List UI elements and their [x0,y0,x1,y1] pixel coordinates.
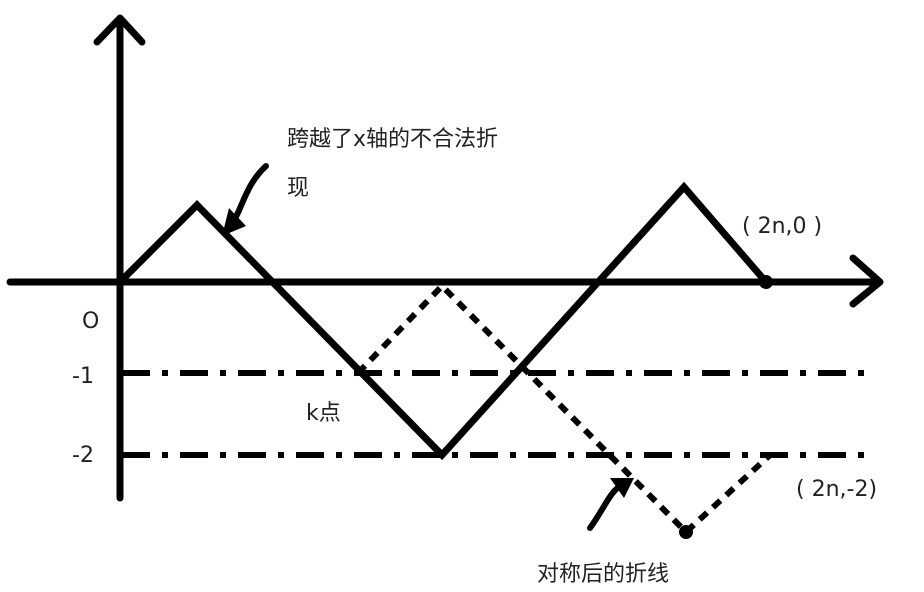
endpoint-2n-0-dot [759,275,773,289]
reflected-path-pointer-arrow [587,478,634,531]
y-axis [93,14,146,502]
endpoint-2n-minus-2-dot [679,525,693,539]
origin-label: O [82,309,99,334]
k-point-label: k点 [306,401,341,426]
y-tick-minus-1-label: -1 [72,364,94,389]
illegal-path-annotation-line2: 现 [287,176,309,201]
illegal-path-annotation-line1: 跨越了x轴的不合法折 [287,127,498,152]
y-tick-minus-2-label: -2 [72,443,94,468]
illegal-path-pointer-arrow [222,163,269,236]
path-reflection-diagram: O -1 -2 ( 2n,0 ) ( 2n,-2) k点 跨越了x轴的不合法折 … [6,14,884,587]
point-2n-0-label: ( 2n,0 ) [742,214,822,239]
reflected-path-annotation: 对称后的折线 [537,562,669,587]
original-path [116,181,770,461]
point-2n-minus-2-label: ( 2n,-2) [796,477,877,502]
